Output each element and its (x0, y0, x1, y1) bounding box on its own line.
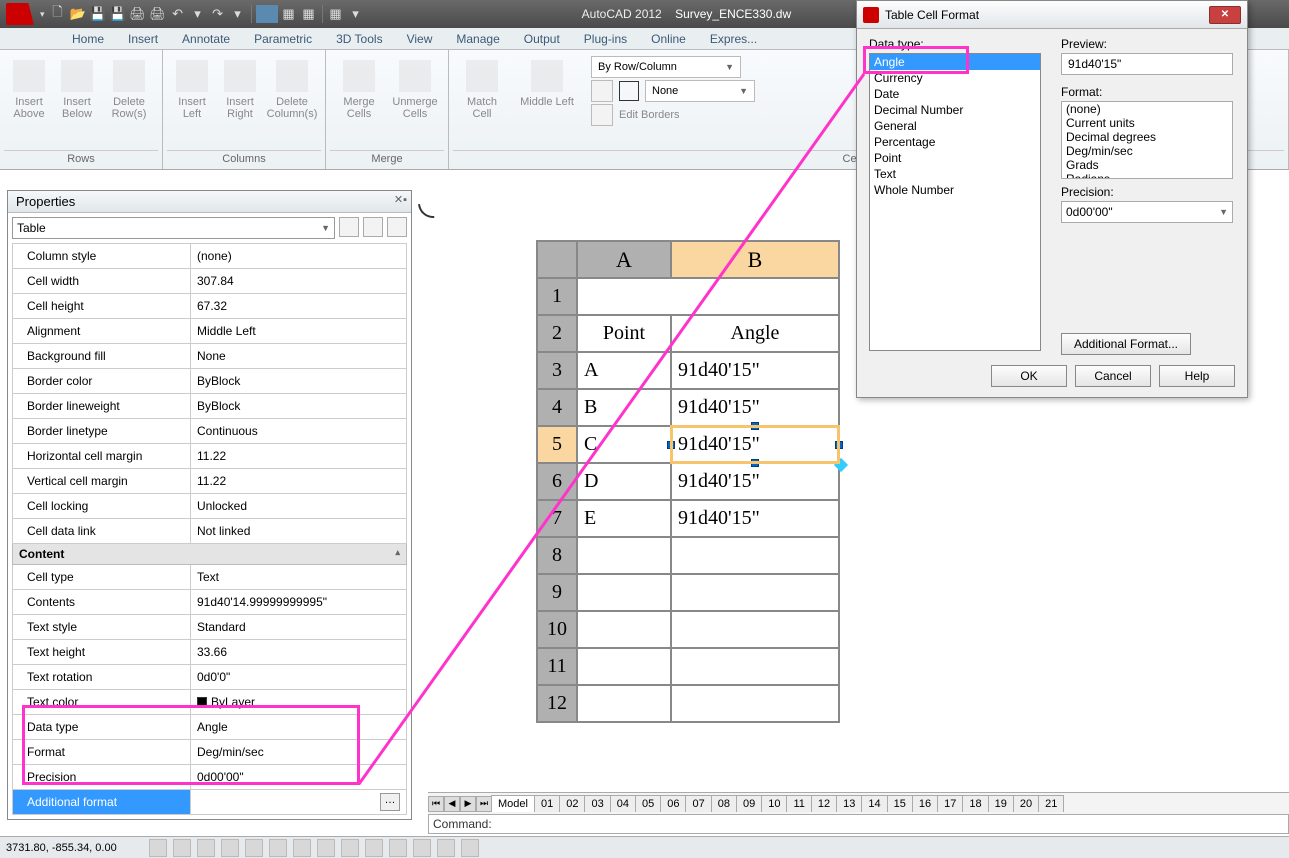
annotation-line (0, 0, 1289, 858)
